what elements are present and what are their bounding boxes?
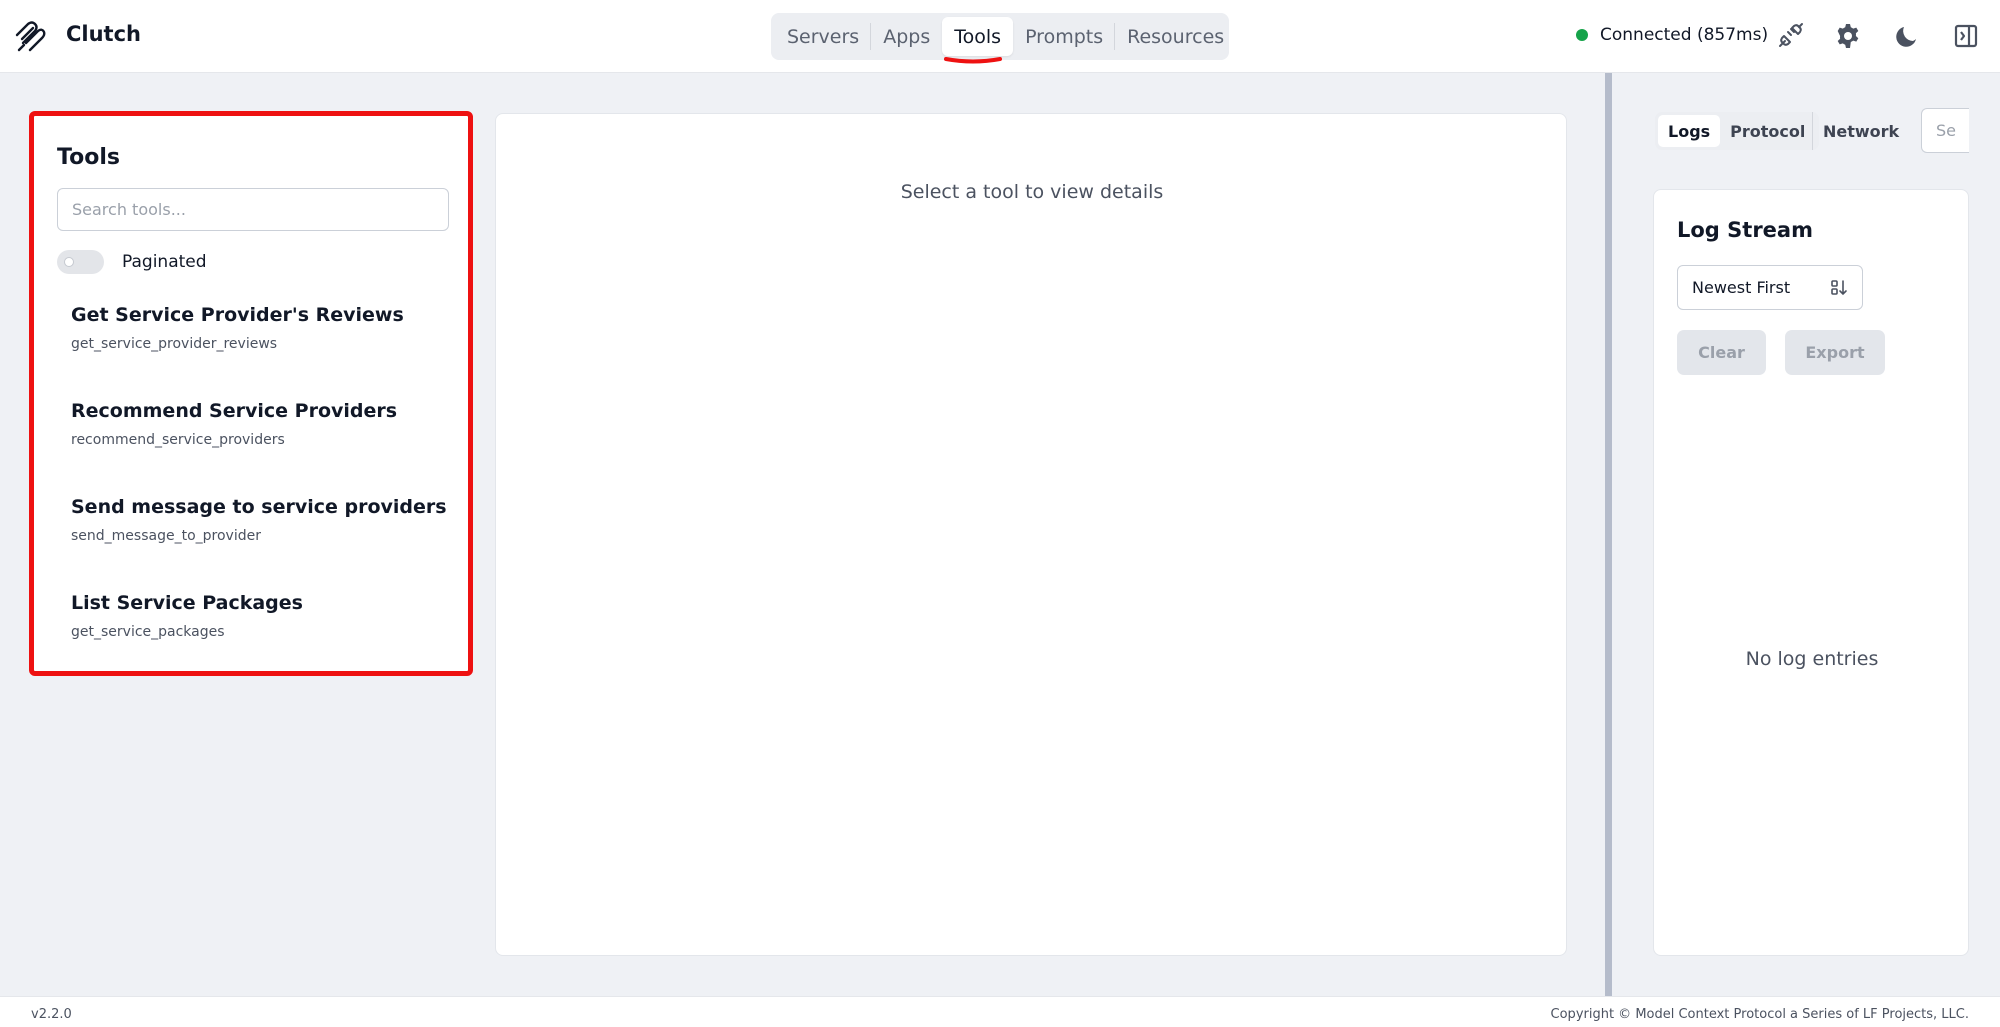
active-tab-underline	[944, 57, 1002, 64]
version-label: v2.2.0	[31, 1007, 72, 1022]
detail-empty-message: Select a tool to view details	[900, 181, 1164, 203]
tool-id: get_service_packages	[71, 624, 225, 640]
tab-servers[interactable]: Servers	[775, 17, 872, 56]
connection-status: Connected (857ms)	[1576, 25, 1768, 45]
log-stream-panel: Log Stream Newest First Clear Export No …	[1653, 189, 1969, 956]
tool-item[interactable]: Send message to service providers send_m…	[71, 496, 451, 592]
tab-tools[interactable]: Tools	[942, 17, 1014, 56]
moon-icon[interactable]	[1893, 22, 1921, 50]
app-header: Clutch Servers Apps Tools Prompts Resour…	[0, 0, 2000, 73]
export-button[interactable]: Export	[1785, 330, 1885, 375]
tab-protocol[interactable]: Protocol	[1720, 115, 1815, 147]
main-nav: Servers Apps Tools Prompts Resources	[771, 13, 1229, 60]
tool-name: List Service Packages	[71, 592, 303, 614]
tool-name: Send message to service providers	[71, 496, 447, 518]
plug-icon[interactable]	[1776, 22, 1804, 50]
tool-id: send_message_to_provider	[71, 528, 261, 544]
tab-resources[interactable]: Resources	[1115, 17, 1236, 56]
sidebar-toggle-icon[interactable]	[1952, 22, 1980, 50]
no-log-entries-message: No log entries	[1745, 648, 1879, 670]
tool-name: Recommend Service Providers	[71, 400, 398, 422]
clutch-logo-icon[interactable]	[14, 19, 46, 53]
tool-item[interactable]: List Service Packages get_service_packag…	[71, 592, 451, 688]
copyright-text: Copyright © Model Context Protocol a Ser…	[1550, 1007, 1969, 1022]
paginated-label: Paginated	[122, 252, 207, 272]
sort-order-value: Newest First	[1692, 278, 1791, 297]
app-title: Clutch	[66, 22, 141, 46]
tool-item[interactable]: Recommend Service Providers recommend_se…	[71, 400, 451, 496]
tool-item[interactable]: Get Service Provider's Reviews get_servi…	[71, 304, 451, 400]
toggle-knob	[64, 257, 74, 267]
tool-id: recommend_service_providers	[71, 432, 285, 448]
tab-apps[interactable]: Apps	[871, 17, 942, 56]
sort-order-select[interactable]: Newest First	[1677, 265, 1863, 310]
log-stream-title: Log Stream	[1677, 218, 1813, 242]
tab-network[interactable]: Network	[1812, 112, 1909, 150]
tab-logs[interactable]: Logs	[1658, 115, 1721, 147]
tab-prompts[interactable]: Prompts	[1013, 17, 1116, 56]
tools-panel: Tools Paginated Get Service Provider's R…	[29, 111, 473, 676]
clear-button[interactable]: Clear	[1677, 330, 1766, 375]
gear-icon[interactable]	[1834, 22, 1862, 50]
panel-resize-handle[interactable]	[1605, 73, 1612, 996]
sort-icon	[1831, 279, 1847, 295]
tool-id: get_service_provider_reviews	[71, 336, 278, 352]
tool-name: Get Service Provider's Reviews	[71, 304, 404, 326]
paginated-toggle[interactable]	[57, 250, 104, 274]
tool-list: Get Service Provider's Reviews get_servi…	[71, 304, 451, 688]
search-tools-input[interactable]	[57, 188, 449, 231]
log-search-input[interactable]	[1921, 108, 1969, 153]
app-footer: v2.2.0 Copyright © Model Context Protoco…	[0, 996, 2000, 1027]
tools-title: Tools	[57, 145, 120, 170]
tool-detail-panel: Select a tool to view details	[495, 113, 1567, 956]
status-dot	[1576, 29, 1588, 41]
connection-status-text: Connected (857ms)	[1600, 25, 1769, 45]
log-tabs: Logs Protocol	[1655, 112, 1819, 150]
